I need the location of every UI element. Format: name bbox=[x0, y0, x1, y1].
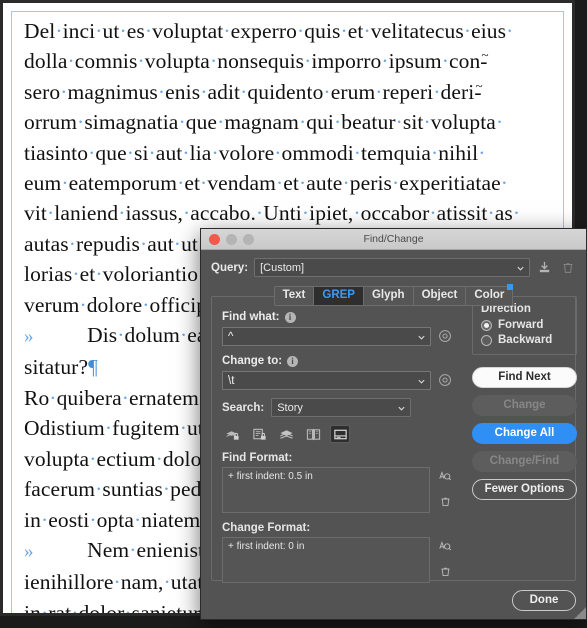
tab-glyph[interactable]: Glyph bbox=[363, 287, 414, 305]
change-format-row: + first indent: 0 in bbox=[222, 537, 454, 583]
tab-object[interactable]: Object bbox=[413, 287, 467, 305]
tab-badge-icon bbox=[507, 284, 514, 290]
chevron-down-icon[interactable] bbox=[417, 376, 426, 385]
include-locked-layers-icon[interactable] bbox=[222, 425, 242, 443]
tab-color-label: Color bbox=[474, 289, 505, 301]
include-master-pages-icon[interactable] bbox=[303, 425, 323, 443]
doc-line: Del·inci·ut·es·voluptat·experro·quis·et·… bbox=[24, 19, 514, 43]
done-button[interactable]: Done bbox=[512, 590, 576, 611]
fewer-options-button[interactable]: Fewer Options bbox=[472, 479, 577, 500]
change-all-button[interactable]: Change All bbox=[472, 423, 577, 444]
minimize-button[interactable] bbox=[226, 233, 237, 245]
tab-grep[interactable]: GREP bbox=[314, 287, 364, 305]
find-format-row: + first indent: 0.5 in bbox=[222, 467, 454, 513]
info-icon[interactable]: i bbox=[284, 311, 296, 323]
include-locked-stories-icon[interactable] bbox=[249, 425, 269, 443]
dialog-title: Find/Change bbox=[363, 233, 424, 245]
chevron-down-icon bbox=[398, 406, 405, 411]
find-change-dialog[interactable]: Find/Change Query: [Custom] Text GREP Gl… bbox=[200, 228, 587, 620]
actions-column: Direction Forward Backward Find Next Cha… bbox=[472, 296, 577, 500]
search-scope-toggles bbox=[222, 425, 454, 443]
save-query-icon[interactable] bbox=[536, 259, 553, 276]
dialog-titlebar[interactable]: Find/Change bbox=[201, 229, 586, 250]
maximize-button[interactable] bbox=[243, 233, 254, 245]
change-to-label: Change to: i bbox=[222, 355, 454, 367]
find-format-box[interactable]: + first indent: 0.5 in bbox=[222, 467, 430, 513]
include-hidden-layers-icon[interactable] bbox=[276, 425, 296, 443]
tab-text[interactable]: Text bbox=[274, 287, 315, 305]
tab-marker-icon: » bbox=[24, 540, 34, 562]
radio-backward-icon[interactable] bbox=[481, 334, 492, 346]
doc-line-text: sero·magnimus·enis·adit·quidento·erum·re… bbox=[24, 79, 482, 104]
change-find-button: Change/Find bbox=[472, 451, 577, 472]
change-to-input[interactable]: \t bbox=[222, 371, 431, 390]
doc-line-text: sitatur? bbox=[24, 355, 89, 380]
query-select[interactable]: [Custom] bbox=[254, 258, 530, 277]
pilcrow-icon: ¶ bbox=[88, 355, 98, 380]
doc-line: tiasinto·que·si·aut·lia·volore·ommodi·te… bbox=[24, 140, 486, 165]
change-to-label-text: Change to: bbox=[222, 355, 283, 367]
app-root: Del·inci·ut·es·voluptat·experro·quis·et·… bbox=[0, 0, 587, 628]
change-format-box[interactable]: + first indent: 0 in bbox=[222, 537, 430, 583]
clear-attributes-icon[interactable] bbox=[439, 565, 452, 581]
doc-line-text: dolla·comnis·volupta·nonsequis·imporro·i… bbox=[24, 49, 488, 74]
at-menu-icon[interactable] bbox=[438, 373, 454, 389]
chevron-down-icon bbox=[517, 266, 524, 271]
tab-marker-icon: » bbox=[24, 326, 34, 348]
search-label: Search: bbox=[222, 401, 265, 414]
direction-backward-row[interactable]: Backward bbox=[481, 334, 568, 346]
search-scope-select[interactable]: Story bbox=[271, 398, 412, 417]
find-what-input[interactable]: ^ bbox=[222, 327, 431, 346]
find-next-button[interactable]: Find Next bbox=[472, 367, 577, 388]
query-label: Query: bbox=[211, 261, 249, 274]
resize-grip[interactable] bbox=[574, 607, 586, 619]
find-what-value: ^ bbox=[228, 330, 234, 343]
tab-color[interactable]: Color bbox=[466, 284, 514, 305]
change-button: Change bbox=[472, 395, 577, 416]
find-what-row: ^ bbox=[222, 327, 454, 346]
clear-attributes-icon[interactable] bbox=[439, 495, 452, 511]
info-icon[interactable]: i bbox=[287, 355, 299, 367]
search-scope-row: Search: Story bbox=[222, 398, 454, 417]
specify-attributes-icon[interactable] bbox=[438, 539, 452, 556]
direction-forward-row[interactable]: Forward bbox=[481, 319, 568, 331]
doc-line: sero·magnimus·enis·adit·quidento·erum·re… bbox=[24, 77, 553, 107]
query-value: [Custom] bbox=[260, 261, 305, 274]
direction-forward-label: Forward bbox=[498, 319, 544, 331]
doc-line: dolla·comnis·volupta·nonsequis·imporro·i… bbox=[24, 46, 553, 76]
change-format-label: Change Format: bbox=[222, 522, 311, 534]
close-button[interactable] bbox=[209, 233, 220, 245]
doc-line: orrum·simagnatia·que·magnam·qui·beatur·s… bbox=[24, 110, 504, 135]
chevron-down-icon[interactable] bbox=[417, 332, 426, 341]
radio-forward-icon[interactable] bbox=[481, 319, 492, 331]
dialog-body: Query: [Custom] Text GREP Glyph Object C… bbox=[201, 250, 586, 619]
at-menu-icon[interactable] bbox=[438, 329, 454, 345]
find-format-actions bbox=[436, 467, 454, 513]
direction-backward-label: Backward bbox=[498, 334, 553, 346]
specify-attributes-icon[interactable] bbox=[438, 469, 452, 486]
doc-line: eum·eatemporum·et·vendam·et·aute·peris·e… bbox=[24, 171, 509, 196]
find-format-label: Find Format: bbox=[222, 452, 293, 464]
find-what-label: Find what: i bbox=[222, 311, 454, 323]
find-what-label-text: Find what: bbox=[222, 311, 280, 323]
query-row: Query: [Custom] bbox=[211, 258, 576, 277]
include-footnotes-icon[interactable] bbox=[330, 425, 350, 443]
change-format-actions bbox=[436, 537, 454, 583]
search-scope-value: Story bbox=[277, 401, 303, 414]
delete-query-icon[interactable] bbox=[559, 259, 576, 276]
change-to-value: \t bbox=[228, 374, 235, 387]
change-to-row: \t bbox=[222, 371, 454, 390]
tab-bar: Text GREP Glyph Object Color bbox=[211, 284, 576, 306]
